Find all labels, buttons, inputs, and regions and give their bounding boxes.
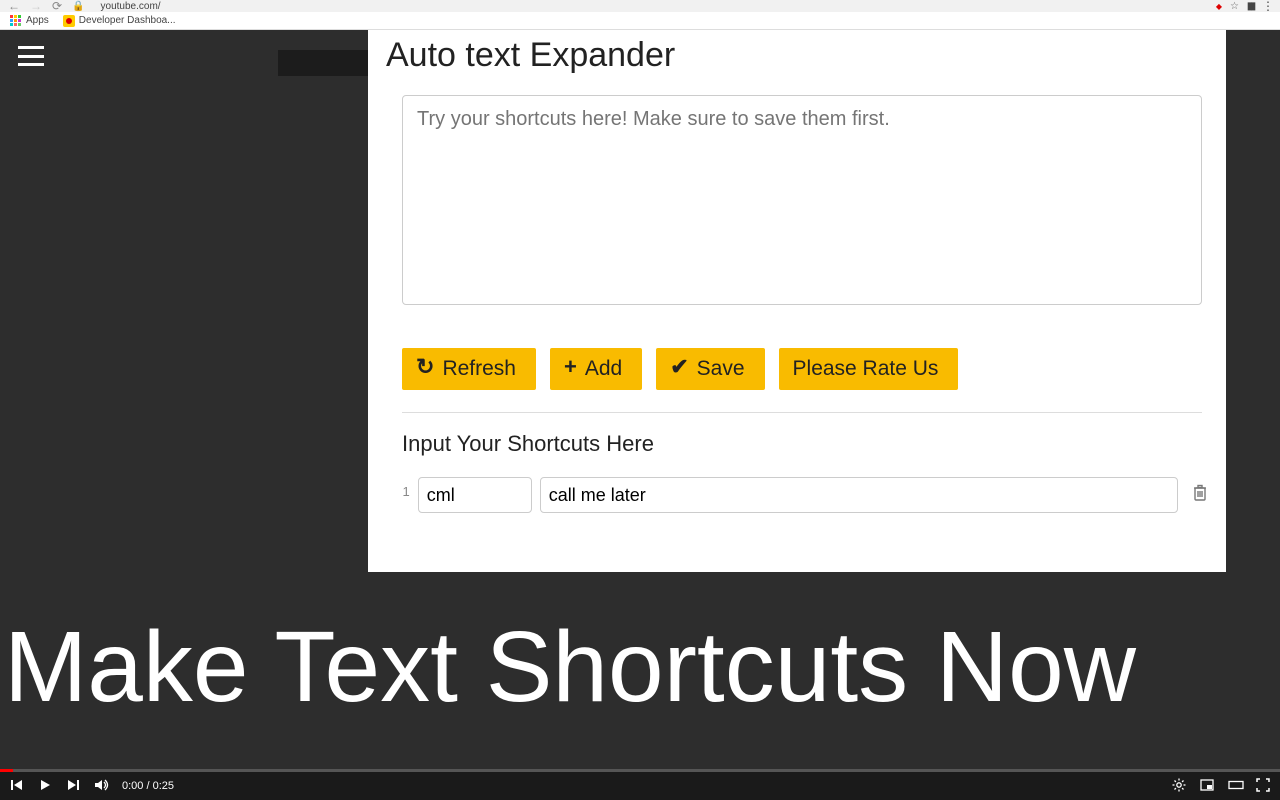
bookmark-star-icon[interactable]: ☆ (1230, 1, 1239, 12)
bookmarks-bar: Apps Developer Dashboa... (0, 12, 1280, 30)
refresh-button[interactable]: ↻ Refresh (402, 348, 536, 390)
extension-popup: Auto text Expander ↻ Refresh + Add ✔ Sav… (368, 30, 1226, 572)
plus-icon: + (564, 354, 577, 380)
extension-icon[interactable]: ◆ (1216, 2, 1222, 11)
refresh-label: Refresh (442, 357, 516, 381)
promo-text: Make Text Shortcuts Now (0, 610, 1280, 725)
miniplayer-icon[interactable] (1200, 778, 1214, 795)
chrome-store-icon (63, 15, 75, 27)
browser-toolbar: ← → ⟳ 🔒 youtube.com/ ◆ ☆ ▮▮ ⋮ (0, 0, 1280, 12)
browser-right-icons: ◆ ☆ ▮▮ ⋮ (1216, 0, 1274, 12)
browser-menu-icon[interactable]: ⋮ (1262, 0, 1274, 12)
add-button[interactable]: + Add (550, 348, 642, 390)
hamburger-menu-icon[interactable] (18, 46, 44, 66)
shortcut-row: 1 (398, 477, 1208, 513)
bookmark-label: Developer Dashboa... (79, 15, 176, 26)
lock-icon: 🔒 (72, 1, 84, 12)
button-row: ↻ Refresh + Add ✔ Save Please Rate Us (402, 348, 1208, 390)
add-label: Add (585, 357, 622, 381)
time-display: 0:00 / 0:25 (122, 780, 174, 792)
settings-gear-icon[interactable] (1172, 778, 1186, 795)
apps-button[interactable]: Apps (10, 15, 49, 27)
prev-icon[interactable] (10, 778, 24, 795)
trash-icon[interactable] (1192, 484, 1208, 507)
rate-button[interactable]: Please Rate Us (779, 348, 959, 390)
popup-title: Auto text Expander (386, 36, 1208, 75)
fullscreen-icon[interactable] (1256, 778, 1270, 795)
dark-strip (278, 50, 368, 76)
reload-icon[interactable]: ⟳ (52, 0, 62, 13)
play-icon[interactable] (38, 778, 52, 795)
rate-label: Please Rate Us (793, 357, 939, 381)
pause-icon[interactable]: ▮▮ (1247, 1, 1254, 12)
check-icon: ✔ (670, 354, 688, 380)
try-shortcuts-textarea[interactable] (402, 95, 1202, 305)
video-player-region: Auto text Expander ↻ Refresh + Add ✔ Sav… (0, 30, 1280, 800)
back-arrow-icon[interactable]: ← (8, 0, 20, 13)
bookmark-developer-dashboard[interactable]: Developer Dashboa... (63, 15, 176, 27)
divider (402, 412, 1202, 413)
shortcut-expansion-input[interactable] (540, 477, 1178, 513)
volume-icon[interactable] (94, 778, 108, 795)
save-label: Save (697, 357, 745, 381)
refresh-icon: ↻ (416, 354, 434, 380)
apps-grid-icon (10, 15, 22, 27)
forward-arrow-icon: → (30, 0, 42, 13)
url-text[interactable]: youtube.com/ (101, 1, 161, 12)
next-icon[interactable] (66, 778, 80, 795)
theater-icon[interactable] (1228, 778, 1242, 795)
shortcut-key-input[interactable] (418, 477, 532, 513)
apps-label: Apps (26, 15, 49, 26)
shortcuts-subheading: Input Your Shortcuts Here (402, 431, 1208, 457)
save-button[interactable]: ✔ Save (656, 348, 764, 390)
video-controls: 0:00 / 0:25 (0, 772, 1280, 800)
row-number: 1 (398, 484, 410, 499)
